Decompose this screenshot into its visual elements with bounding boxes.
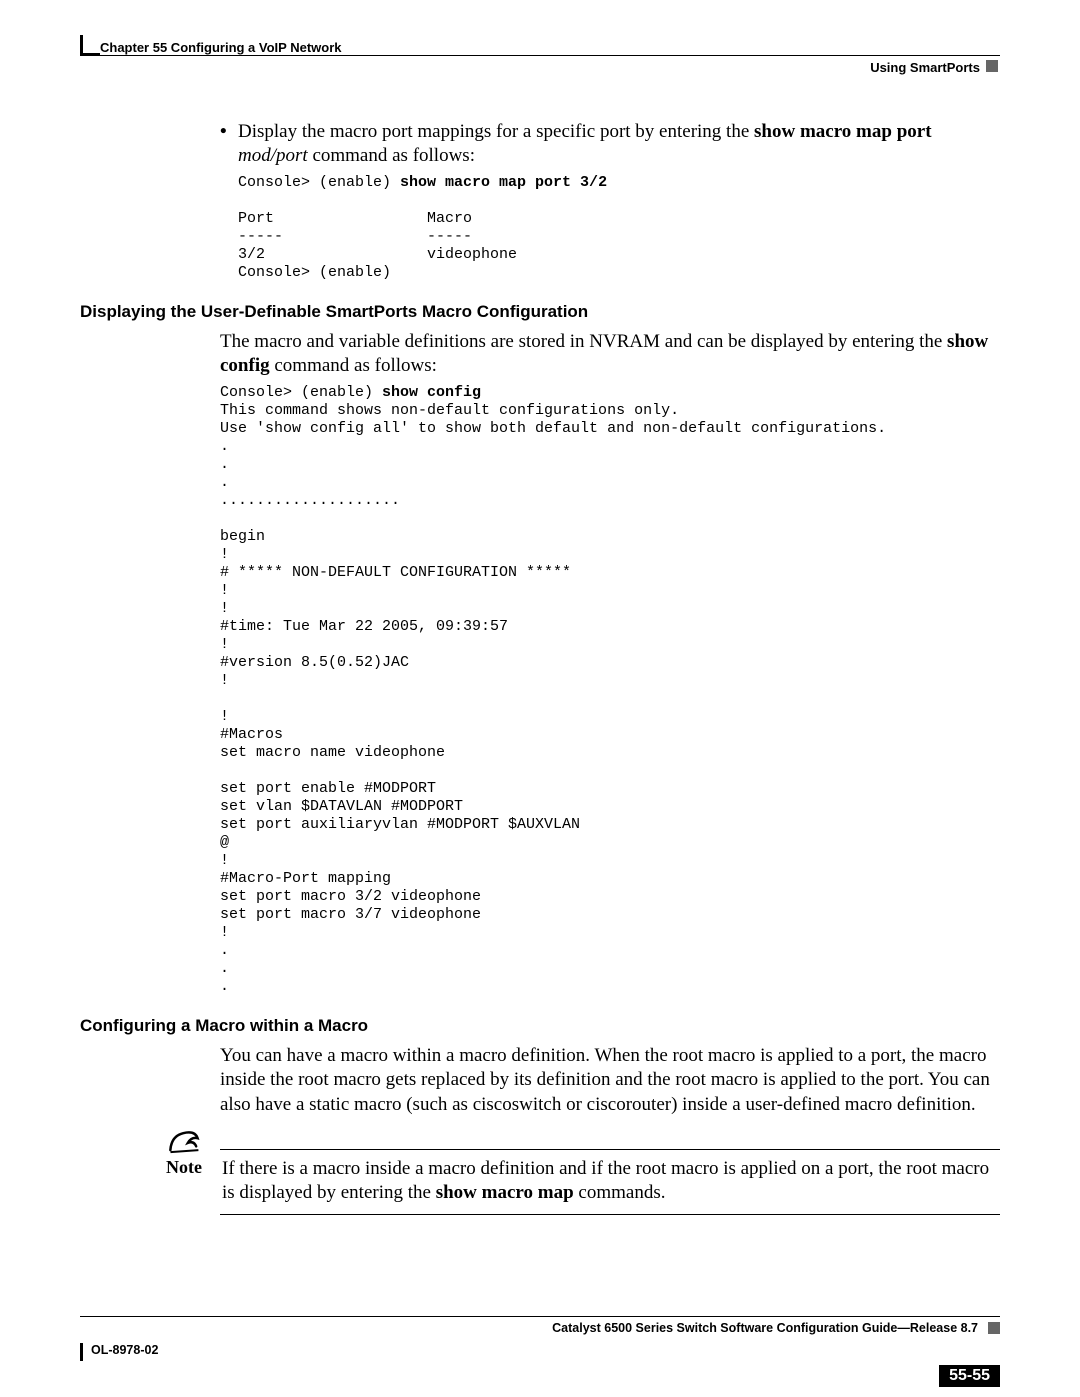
- c1l4: ----- -----: [238, 228, 472, 245]
- bullet-tail: command as follows:: [308, 145, 475, 166]
- footer-square-icon: [988, 1322, 1000, 1334]
- c2l1a: Console> (enable): [220, 384, 382, 401]
- note-label: Note: [166, 1157, 222, 1206]
- content-area: • Display the macro port mappings for a …: [80, 120, 1000, 1215]
- bullet-item: • Display the macro port mappings for a …: [220, 120, 1000, 168]
- header-square-icon: [986, 60, 998, 72]
- c1l3: Port Macro: [238, 210, 472, 227]
- c1l6: Console> (enable): [238, 264, 391, 281]
- code-block-1: Console> (enable) show macro map port 3/…: [238, 174, 1000, 282]
- footer-row-1: Catalyst 6500 Series Switch Software Con…: [80, 1321, 1000, 1335]
- bullet-dot-icon: •: [220, 120, 238, 168]
- c1l1a: Console> (enable): [238, 174, 400, 191]
- section3-paragraph: You can have a macro within a macro defi…: [220, 1044, 1000, 1117]
- bullet-cmd: show macro map port: [754, 121, 932, 142]
- page: Chapter 55 Configuring a VoIP Network Us…: [0, 0, 1080, 1397]
- note-pen-icon: [167, 1126, 205, 1163]
- s2-c: command as follows:: [270, 355, 437, 376]
- bullet-arg: mod/port: [238, 145, 308, 166]
- note-b: show macro map: [436, 1182, 574, 1203]
- header-rule: [80, 55, 1000, 56]
- c1l1b: show macro map port 3/2: [400, 174, 607, 191]
- note-rule-bottom: [220, 1214, 1000, 1215]
- section2-paragraph: The macro and variable definitions are s…: [220, 330, 1000, 379]
- c2rest: This command shows non-default configura…: [220, 402, 886, 995]
- note-rule-top: [220, 1149, 1000, 1150]
- bullet-lead: Display the macro port mappings for a sp…: [238, 121, 754, 142]
- footer-guide-title: Catalyst 6500 Series Switch Software Con…: [80, 1321, 984, 1335]
- footer-row-2: OL-8978-02: [80, 1339, 1000, 1361]
- note-block: Note If there is a macro inside a macro …: [80, 1135, 1000, 1215]
- c1l5: 3/2 videophone: [238, 246, 517, 263]
- crop-mark-v: [80, 35, 83, 55]
- page-number: 55-55: [939, 1365, 1000, 1387]
- section-heading-macro-in-macro: Configuring a Macro within a Macro: [80, 1016, 1000, 1036]
- code-block-2: Console> (enable) show config This comma…: [220, 384, 1000, 996]
- note-c: commands.: [574, 1182, 666, 1203]
- footer-tick-icon: [80, 1343, 83, 1361]
- section-heading-display-macro-config: Displaying the User-Definable SmartPorts…: [80, 302, 1000, 322]
- running-head-left: Chapter 55 Configuring a VoIP Network: [100, 40, 342, 55]
- footer: Catalyst 6500 Series Switch Software Con…: [80, 1316, 1000, 1361]
- footer-docnum: OL-8978-02: [91, 1343, 158, 1357]
- footer-rule: [80, 1316, 1000, 1317]
- bullet-text: Display the macro port mappings for a sp…: [238, 120, 1000, 168]
- c2l1b: show config: [382, 384, 481, 401]
- s2-a: The macro and variable definitions are s…: [220, 331, 947, 352]
- running-head-right: Using SmartPorts: [870, 60, 980, 75]
- note-text: If there is a macro inside a macro defin…: [222, 1157, 1000, 1206]
